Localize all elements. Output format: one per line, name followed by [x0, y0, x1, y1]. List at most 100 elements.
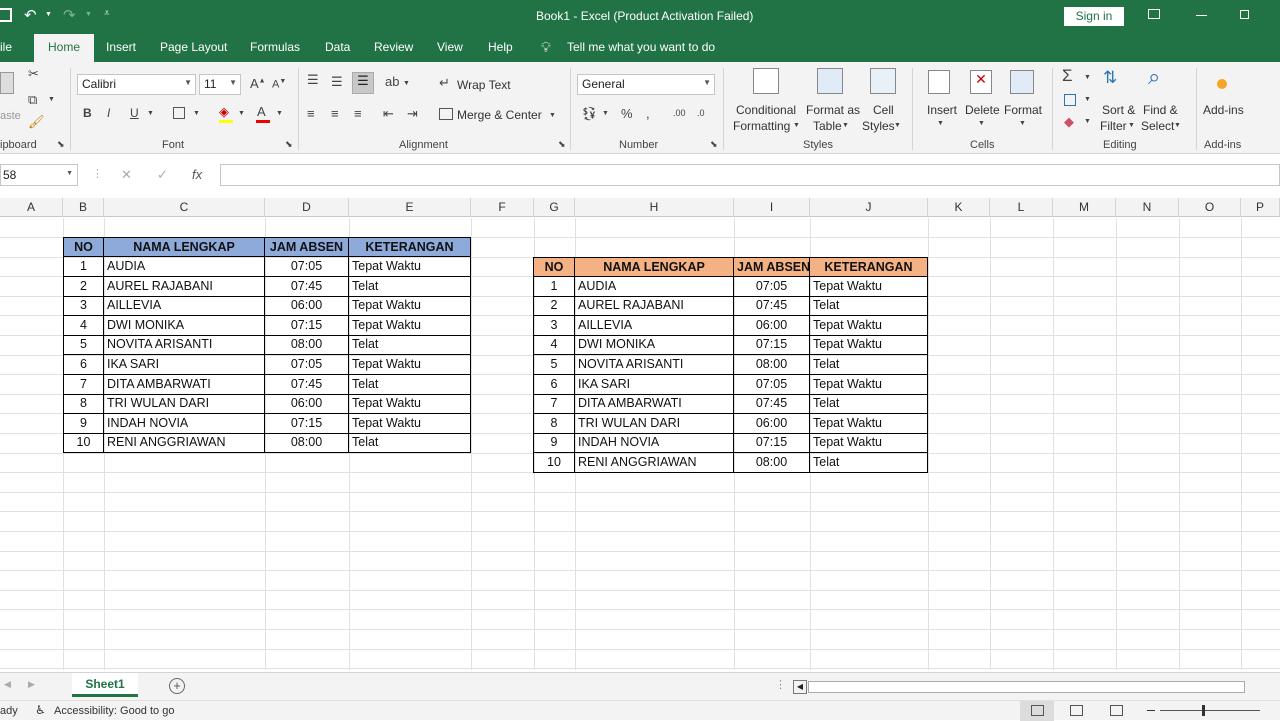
- underline-dropdown-icon[interactable]: ▼: [147, 110, 154, 117]
- table1-header-no[interactable]: NO: [63, 237, 104, 257]
- percent-style-icon[interactable]: %: [621, 106, 633, 121]
- table1-cell[interactable]: Telat: [349, 335, 471, 355]
- table2-cell[interactable]: Telat: [810, 394, 928, 414]
- orientation-dropdown-icon[interactable]: ▼: [403, 80, 410, 87]
- table2-cell[interactable]: 07:05: [734, 277, 810, 297]
- align-center-icon[interactable]: ≡: [331, 106, 339, 121]
- cell-styles-label2[interactable]: Styles: [862, 119, 895, 133]
- conditional-formatting-button[interactable]: Conditional: [736, 103, 796, 117]
- table2-cell[interactable]: NOVITA ARISANTI: [575, 355, 734, 375]
- sheet-tab-sheet1[interactable]: Sheet1: [72, 673, 138, 697]
- italic-icon[interactable]: I: [107, 106, 110, 120]
- sort-filter-button[interactable]: Sort &: [1102, 103, 1135, 117]
- table2-cell[interactable]: TRI WULAN DARI: [575, 414, 734, 434]
- table2-cell[interactable]: Tepat Waktu: [810, 316, 928, 336]
- table2-cell[interactable]: 10: [533, 453, 575, 473]
- table1-cell[interactable]: Tepat Waktu: [349, 414, 471, 434]
- borders-dropdown-icon[interactable]: ▼: [193, 110, 200, 117]
- column-header-i[interactable]: I: [734, 198, 810, 217]
- table1-cell[interactable]: Tepat Waktu: [349, 316, 471, 336]
- table2-cell[interactable]: 07:45: [734, 296, 810, 316]
- table1-cell[interactable]: 10: [63, 433, 104, 453]
- table2-header-keterangan[interactable]: KETERANGAN: [810, 257, 928, 277]
- table1-cell[interactable]: 07:45: [265, 277, 349, 297]
- undo-dropdown-icon[interactable]: ▼: [45, 11, 52, 18]
- accessibility-status[interactable]: Accessibility: Good to go: [54, 705, 174, 717]
- table2-cell[interactable]: AUREL RAJABANI: [575, 296, 734, 316]
- page-layout-view-icon[interactable]: [1070, 705, 1083, 716]
- table2-cell[interactable]: 08:00: [734, 453, 810, 473]
- copy-dropdown-icon[interactable]: ▼: [48, 96, 55, 103]
- tab-home[interactable]: Home: [34, 34, 95, 62]
- table2-cell[interactable]: INDAH NOVIA: [575, 433, 734, 453]
- merge-dropdown-icon[interactable]: ▼: [549, 112, 556, 119]
- clipboard-launcher-icon[interactable]: ⬊: [57, 139, 65, 150]
- table2-cell[interactable]: IKA SARI: [575, 375, 734, 395]
- tab-file[interactable]: ile: [0, 40, 12, 54]
- find-select-button[interactable]: Find &: [1143, 103, 1178, 117]
- column-header-p[interactable]: P: [1241, 198, 1280, 217]
- delete-cells-icon[interactable]: ✕: [970, 70, 992, 94]
- column-header-d[interactable]: D: [265, 198, 349, 217]
- column-header-l[interactable]: L: [990, 198, 1053, 217]
- align-bottom-icon[interactable]: ☰: [352, 72, 374, 94]
- table2-cell[interactable]: 8: [533, 414, 575, 434]
- table2-cell[interactable]: 07:15: [734, 433, 810, 453]
- table2-cell[interactable]: Tepat Waktu: [810, 277, 928, 297]
- table2-cell[interactable]: Telat: [810, 453, 928, 473]
- font-size-dropdown[interactable]: 11 ▼: [199, 74, 241, 95]
- tab-formulas[interactable]: Formulas: [250, 40, 300, 54]
- column-header-c[interactable]: C: [104, 198, 265, 217]
- column-header-h[interactable]: H: [575, 198, 734, 217]
- table2-cell[interactable]: Tepat Waktu: [810, 414, 928, 434]
- add-ins-button[interactable]: Add-ins: [1203, 103, 1244, 117]
- zoom-out-icon[interactable]: [1147, 710, 1155, 711]
- table2-cell[interactable]: 7: [533, 394, 575, 414]
- minimize-icon[interactable]: [1196, 15, 1207, 16]
- format-painter-icon[interactable]: 🖌︎: [28, 114, 45, 130]
- column-header-m[interactable]: M: [1053, 198, 1116, 217]
- tab-view[interactable]: View: [437, 40, 463, 54]
- font-color-dropdown-icon[interactable]: ▼: [276, 110, 283, 117]
- undo-icon[interactable]: ↶: [24, 6, 37, 24]
- align-middle-icon[interactable]: ☰: [331, 74, 343, 90]
- table1-cell[interactable]: AUREL RAJABANI: [104, 277, 265, 297]
- table1-cell[interactable]: 08:00: [265, 433, 349, 453]
- column-header-e[interactable]: E: [349, 198, 471, 217]
- save-icon[interactable]: [0, 8, 12, 22]
- format-cells-button[interactable]: Format: [1004, 103, 1042, 117]
- table2-cell[interactable]: DITA AMBARWATI: [575, 394, 734, 414]
- fill-color-icon[interactable]: ◈: [219, 104, 229, 120]
- align-right-icon[interactable]: ≡: [354, 106, 362, 121]
- worksheet-grid[interactable]: NO NAMA LENGKAP JAM ABSEN KETERANGAN 1 AU…: [0, 218, 1280, 670]
- table1-cell[interactable]: TRI WULAN DARI: [104, 394, 265, 414]
- table1-cell[interactable]: Tepat Waktu: [349, 355, 471, 375]
- cell-styles-button[interactable]: Cell: [873, 103, 894, 117]
- table1-cell[interactable]: IKA SARI: [104, 355, 265, 375]
- increase-decimal-icon[interactable]: .00: [673, 108, 686, 118]
- comma-style-icon[interactable]: ,: [646, 106, 650, 121]
- table2-header-no[interactable]: NO: [533, 257, 575, 277]
- find-select-label2[interactable]: Select: [1141, 119, 1174, 133]
- table2-cell[interactable]: 4: [533, 335, 575, 355]
- align-top-icon[interactable]: ☰: [307, 72, 319, 88]
- underline-icon[interactable]: U: [130, 106, 139, 120]
- table1-cell[interactable]: RENI ANGGRIAWAN: [104, 433, 265, 453]
- table1-cell[interactable]: 1: [63, 257, 104, 277]
- zoom-slider[interactable]: [1160, 710, 1260, 711]
- cancel-icon[interactable]: ✕: [121, 167, 132, 183]
- table2-cell[interactable]: 08:00: [734, 355, 810, 375]
- table2-cell[interactable]: 5: [533, 355, 575, 375]
- tab-help[interactable]: Help: [488, 40, 513, 54]
- column-header-g[interactable]: G: [534, 198, 575, 217]
- insert-function-icon[interactable]: fx: [192, 167, 202, 182]
- increase-font-size-icon[interactable]: A▲: [250, 76, 266, 91]
- table1-cell[interactable]: 6: [63, 355, 104, 375]
- find-select-icon[interactable]: ⌕: [1148, 64, 1160, 90]
- borders-icon[interactable]: [173, 107, 185, 119]
- table2-cell[interactable]: 2: [533, 296, 575, 316]
- column-header-f[interactable]: F: [471, 198, 534, 217]
- sort-filter-icon[interactable]: ⇅: [1103, 68, 1117, 88]
- copy-icon[interactable]: ⧉: [28, 92, 37, 108]
- table1-cell[interactable]: AUDIA: [104, 257, 265, 277]
